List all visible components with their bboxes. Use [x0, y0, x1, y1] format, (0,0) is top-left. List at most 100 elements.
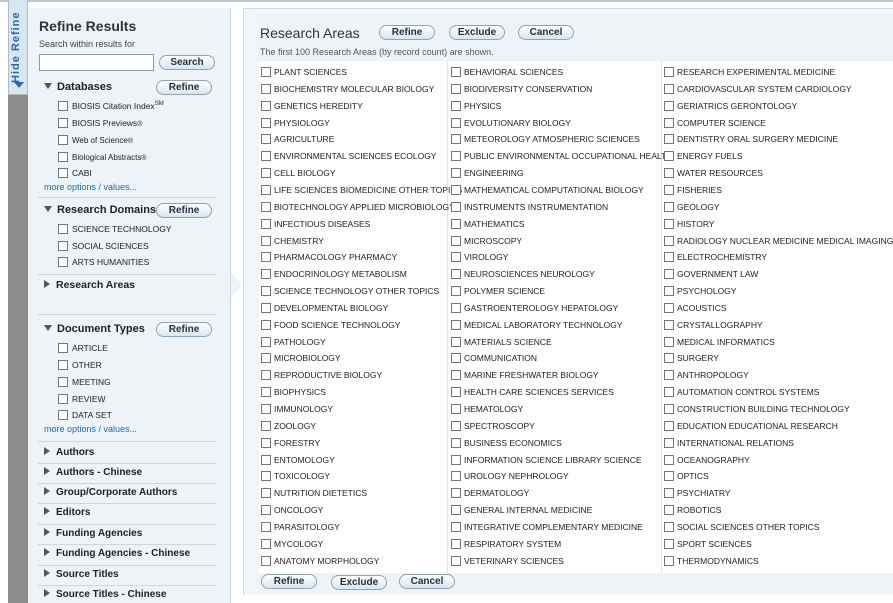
research-area-option[interactable]: NEUROSCIENCES NEUROLOGY	[451, 267, 595, 284]
research-area-option[interactable]: RADIOLOGY NUCLEAR MEDICINE MEDICAL IMAGI…	[664, 234, 893, 251]
checkbox[interactable]	[58, 410, 68, 420]
research-area-option[interactable]: BUSINESS ECONOMICS	[451, 436, 562, 453]
checkbox[interactable]	[451, 286, 461, 297]
research-area-option[interactable]: PSYCHOLOGY	[664, 284, 737, 301]
checkbox[interactable]	[451, 471, 461, 482]
checkbox[interactable]	[58, 135, 68, 145]
research-area-option[interactable]: HEMATOLOGY	[451, 402, 523, 419]
research-areas-section-header[interactable]: Research Areas	[44, 279, 135, 291]
research-area-option[interactable]: MICROBIOLOGY	[261, 351, 341, 368]
cancel-button-top[interactable]: Cancel	[518, 25, 574, 40]
research-area-option[interactable]: DERMATOLOGY	[451, 486, 529, 503]
checkbox[interactable]	[261, 269, 271, 280]
research-area-option[interactable]: GEOLOGY	[664, 200, 720, 217]
document-type-option[interactable]: REVIEW	[58, 394, 106, 404]
checkbox[interactable]	[451, 505, 461, 516]
research-area-option[interactable]: ONCOLOGY	[261, 503, 323, 520]
research-area-option[interactable]: OCEANOGRAPHY	[664, 453, 750, 470]
checkbox[interactable]	[261, 454, 271, 465]
research-area-option[interactable]: ACOUSTICS	[664, 301, 727, 318]
database-option[interactable]: CABI	[58, 168, 92, 178]
checkbox[interactable]	[664, 100, 674, 111]
research-area-option[interactable]: DENTISTRY ORAL SURGERY MEDICINE	[664, 132, 838, 149]
research-area-option[interactable]: INFORMATION SCIENCE LIBRARY SCIENCE	[451, 453, 642, 470]
checkbox[interactable]	[664, 336, 674, 347]
research-domains-section-header[interactable]: Research Domains	[44, 204, 156, 216]
checkbox[interactable]	[261, 538, 271, 549]
checkbox[interactable]	[451, 454, 461, 465]
database-option[interactable]: Biological Abstracts®	[58, 152, 147, 162]
checkbox[interactable]	[58, 152, 68, 162]
exclude-button-bottom[interactable]: Exclude	[331, 575, 387, 590]
source-titles-section-header[interactable]: Source Titles	[44, 569, 119, 580]
checkbox[interactable]	[261, 218, 271, 229]
checkbox[interactable]	[664, 471, 674, 482]
research-area-option[interactable]: MARINE FRESHWATER BIOLOGY	[451, 368, 599, 385]
research-area-option[interactable]: ENGINEERING	[451, 166, 524, 183]
research-area-option[interactable]: POLYMER SCIENCE	[451, 284, 545, 301]
checkbox[interactable]	[664, 302, 674, 313]
checkbox[interactable]	[261, 521, 271, 532]
research-area-option[interactable]: COMPUTER SCIENCE	[664, 116, 766, 133]
checkbox[interactable]	[451, 184, 461, 195]
document-type-option[interactable]: MEETING	[58, 377, 111, 387]
checkbox[interactable]	[451, 370, 461, 381]
research-area-option[interactable]: OPTICS	[664, 469, 709, 486]
research-area-option[interactable]: SPORT SCIENCES	[664, 537, 752, 554]
checkbox[interactable]	[261, 134, 271, 145]
checkbox[interactable]	[451, 252, 461, 263]
research-area-option[interactable]: GERIATRICS GERONTOLOGY	[664, 99, 797, 116]
checkbox[interactable]	[451, 168, 461, 179]
refine-button-top[interactable]: Refine	[379, 25, 435, 40]
checkbox[interactable]	[664, 387, 674, 398]
research-area-option[interactable]: SURGERY	[664, 351, 719, 368]
checkbox[interactable]	[451, 420, 461, 431]
research-area-option[interactable]: ENDOCRINOLOGY METABOLISM	[261, 267, 407, 284]
checkbox[interactable]	[664, 134, 674, 145]
document-types-section-header[interactable]: Document Types	[44, 323, 145, 335]
research-area-option[interactable]: REPRODUCTIVE BIOLOGY	[261, 368, 382, 385]
checkbox[interactable]	[664, 218, 674, 229]
checkbox[interactable]	[261, 420, 271, 431]
research-area-option[interactable]: COMMUNICATION	[451, 351, 537, 368]
checkbox[interactable]	[261, 117, 271, 128]
research-area-option[interactable]: IMMUNOLOGY	[261, 402, 333, 419]
checkbox[interactable]	[261, 100, 271, 111]
research-area-option[interactable]: SCIENCE TECHNOLOGY OTHER TOPICS	[261, 284, 439, 301]
checkbox[interactable]	[451, 488, 461, 499]
checkbox[interactable]	[664, 454, 674, 465]
funding-agencies-chinese-section-header[interactable]: Funding Agencies - Chinese	[44, 548, 190, 559]
checkbox[interactable]	[451, 404, 461, 414]
checkbox[interactable]	[58, 101, 68, 111]
checkbox[interactable]	[664, 555, 674, 566]
checkbox[interactable]	[664, 505, 674, 516]
research-area-option[interactable]: EDUCATION EDUCATIONAL RESEARCH	[664, 419, 838, 436]
research-area-option[interactable]: GOVERNMENT LAW	[664, 267, 758, 284]
document-type-option[interactable]: ARTICLE	[58, 343, 108, 353]
research-area-option[interactable]: INTEGRATIVE COMPLEMENTARY MEDICINE	[451, 520, 643, 537]
checkbox[interactable]	[261, 67, 271, 77]
checkbox[interactable]	[261, 151, 271, 162]
research-area-option[interactable]: ENERGY FUELS	[664, 149, 743, 166]
checkbox[interactable]	[58, 118, 68, 128]
checkbox[interactable]	[451, 134, 461, 145]
research-area-option[interactable]: UROLOGY NEPHROLOGY	[451, 469, 569, 486]
checkbox[interactable]	[451, 336, 461, 347]
databases-more-options-link[interactable]: more options / values...	[44, 182, 137, 192]
research-area-option[interactable]: LIFE SCIENCES BIOMEDICINE OTHER TOPICS	[261, 183, 462, 200]
search-button[interactable]: Search	[159, 55, 215, 70]
databases-refine-button[interactable]: Refine	[156, 80, 212, 95]
research-area-option[interactable]: BIOPHYSICS	[261, 385, 326, 402]
research-area-option[interactable]: INTERNATIONAL RELATIONS	[664, 436, 794, 453]
checkbox[interactable]	[664, 538, 674, 549]
checkbox[interactable]	[261, 184, 271, 195]
research-area-option[interactable]: RESEARCH EXPERIMENTAL MEDICINE	[664, 65, 835, 82]
research-area-option[interactable]: AGRICULTURE	[261, 132, 334, 149]
research-area-option[interactable]: VETERINARY SCIENCES	[451, 554, 564, 571]
checkbox[interactable]	[664, 353, 674, 364]
research-area-option[interactable]: MEDICAL LABORATORY TECHNOLOGY	[451, 318, 623, 335]
checkbox[interactable]	[451, 538, 461, 549]
research-area-option[interactable]: MATHEMATICS	[451, 217, 525, 234]
research-area-option[interactable]: NUTRITION DIETETICS	[261, 486, 367, 503]
checkbox[interactable]	[664, 521, 674, 532]
